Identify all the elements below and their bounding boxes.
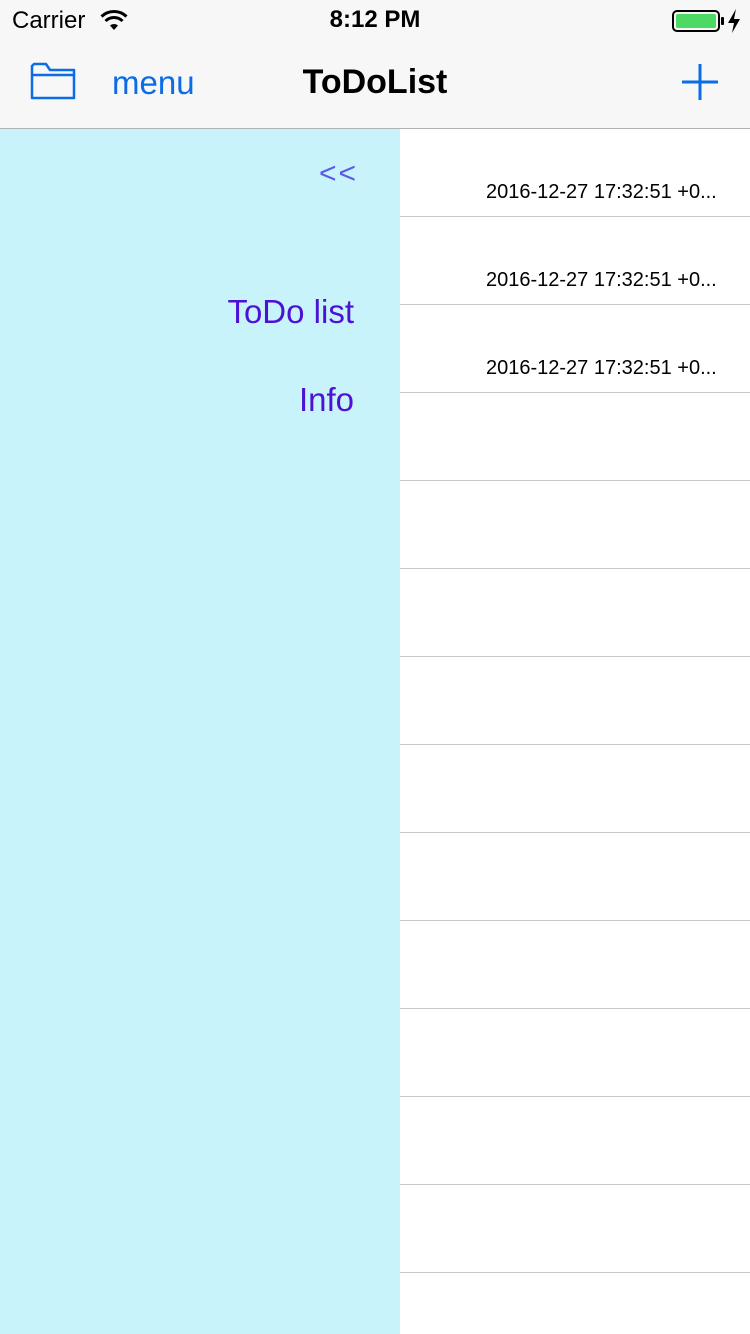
- table-row[interactable]: [400, 1097, 750, 1185]
- row-date: 2016-12-27 17:32:51 +0...: [486, 357, 717, 379]
- table-row[interactable]: [400, 1009, 750, 1097]
- table-row[interactable]: 2016-12-27 17:32:51 +0...: [400, 217, 750, 305]
- table-row[interactable]: [400, 921, 750, 1009]
- status-time: 8:12 PM: [329, 6, 421, 33]
- screen: Carrier 8:12 PM menu ToDoList << ToDo li…: [0, 0, 750, 1334]
- table-row[interactable]: [400, 569, 750, 657]
- menu-item-todo-list[interactable]: ToDo list: [227, 293, 354, 331]
- table-row[interactable]: [400, 657, 750, 745]
- table-row[interactable]: 2016-12-27 17:32:51 +0...: [400, 129, 750, 217]
- menu-item-info[interactable]: Info: [299, 381, 354, 419]
- charging-icon: [728, 9, 740, 33]
- table-row[interactable]: [400, 393, 750, 481]
- side-menu: << ToDo list Info: [0, 129, 400, 1334]
- battery-icon: [672, 10, 724, 32]
- todo-table: 2016-12-27 17:32:51 +0... 2016-12-27 17:…: [400, 129, 750, 1334]
- table-row[interactable]: 2016-12-27 17:32:51 +0...: [400, 305, 750, 393]
- status-bar: Carrier 8:12 PM: [0, 0, 750, 40]
- table-row[interactable]: [400, 833, 750, 921]
- table-row[interactable]: [400, 745, 750, 833]
- page-title: ToDoList: [302, 63, 448, 101]
- table-row[interactable]: [400, 481, 750, 569]
- table-row[interactable]: [400, 1185, 750, 1273]
- collapse-menu-button[interactable]: <<: [319, 157, 358, 191]
- nav-bar: menu ToDoList: [0, 40, 750, 129]
- row-date: 2016-12-27 17:32:51 +0...: [486, 181, 717, 203]
- row-date: 2016-12-27 17:32:51 +0...: [486, 269, 717, 291]
- add-icon[interactable]: [680, 62, 720, 102]
